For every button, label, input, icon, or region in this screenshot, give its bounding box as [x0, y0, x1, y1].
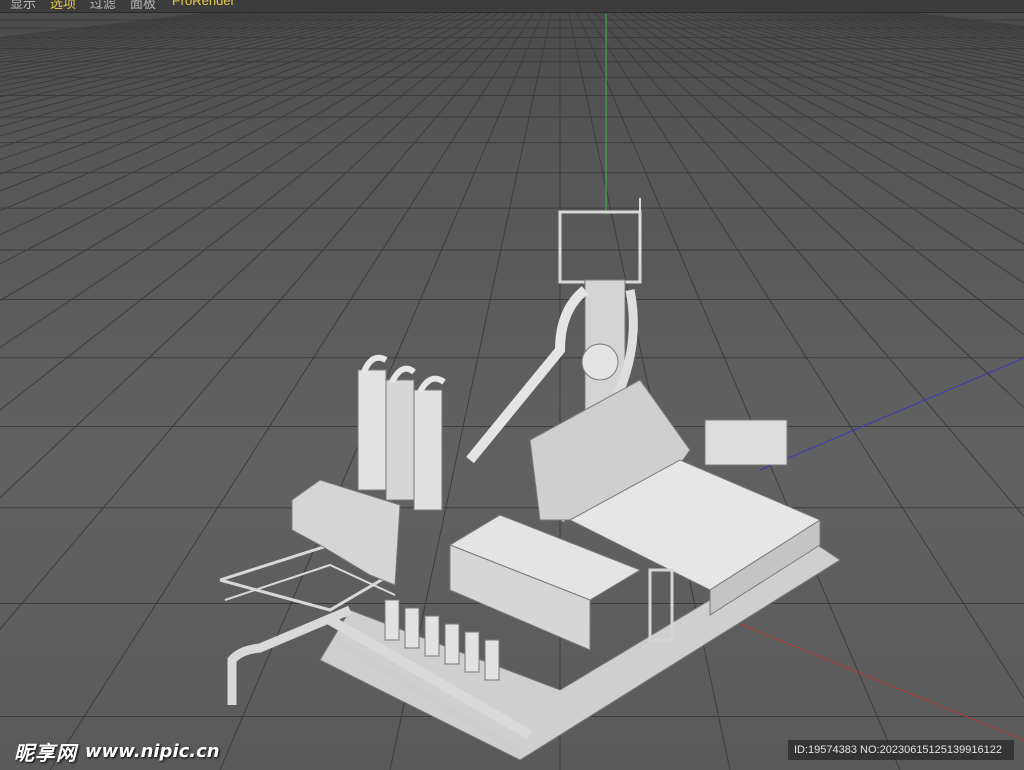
viewport-scene[interactable] — [0, 0, 1024, 770]
menu-display[interactable]: 显示 — [10, 0, 36, 12]
plant-model[interactable] — [219, 198, 841, 761]
viewport-menu-bar: 显示 选项 过滤 面板 ProRender — [0, 0, 1024, 13]
furnace-dome — [581, 343, 619, 381]
grid-line — [0, 0, 321, 39]
stove-3 — [413, 389, 443, 511]
grid-line — [673, 0, 1024, 88]
menu-panel[interactable]: 面板 — [130, 0, 156, 12]
grid-line — [0, 0, 369, 55]
grid-line — [733, 0, 1024, 48]
grid-line — [0, 0, 351, 48]
grid-line — [637, 0, 1024, 140]
menu-prorender[interactable]: ProRender — [172, 0, 235, 8]
grid-line — [0, 0, 333, 42]
grid-line — [649, 0, 1024, 118]
grid-line — [0, 0, 363, 53]
menu-options[interactable]: 选项 — [50, 0, 76, 12]
grid-line — [691, 0, 1024, 72]
grid-line — [0, 0, 345, 46]
watermark-url: www.nipic.cn — [85, 740, 220, 762]
grid-line — [715, 0, 1024, 57]
z-axis-line — [759, 357, 1024, 471]
ground-grid — [0, 0, 1024, 770]
grid-line — [775, 0, 1024, 33]
image-id-label: ID:19574383 NO:20230615125139916122 — [788, 740, 1014, 760]
x-axis-line — [729, 619, 1024, 741]
grid-line — [763, 0, 1024, 37]
stove-1 — [357, 369, 387, 491]
grid-line — [0, 0, 339, 44]
grid-line — [661, 0, 1024, 101]
grid-line — [757, 0, 1024, 39]
grid-line — [0, 0, 357, 50]
grid-line — [751, 0, 1024, 41]
grid-line — [703, 0, 1024, 64]
grid-line — [655, 0, 1024, 109]
menu-filter[interactable]: 过滤 — [90, 0, 116, 12]
watermark-brand: 昵享网 — [14, 740, 77, 765]
grid-line — [721, 0, 1024, 54]
grid-line — [679, 0, 1024, 82]
grid-line — [667, 0, 1024, 94]
grid-line — [0, 0, 375, 58]
left-hopper-building — [291, 479, 401, 586]
grid-line — [643, 0, 1024, 128]
stove-2 — [385, 379, 415, 501]
3d-viewport[interactable]: 显示 选项 过滤 面板 ProRender — [0, 0, 1024, 770]
watermark-logo: 昵享网 www.nipic.cn — [14, 736, 220, 766]
grid-line — [685, 0, 1024, 77]
roof-unit — [704, 419, 788, 466]
grid-line — [745, 0, 1024, 43]
grid-line — [697, 0, 1024, 68]
grid-line — [727, 0, 1024, 51]
grid-line — [631, 0, 1024, 154]
furnace-tower-top — [558, 210, 642, 284]
grid-line — [739, 0, 1024, 45]
